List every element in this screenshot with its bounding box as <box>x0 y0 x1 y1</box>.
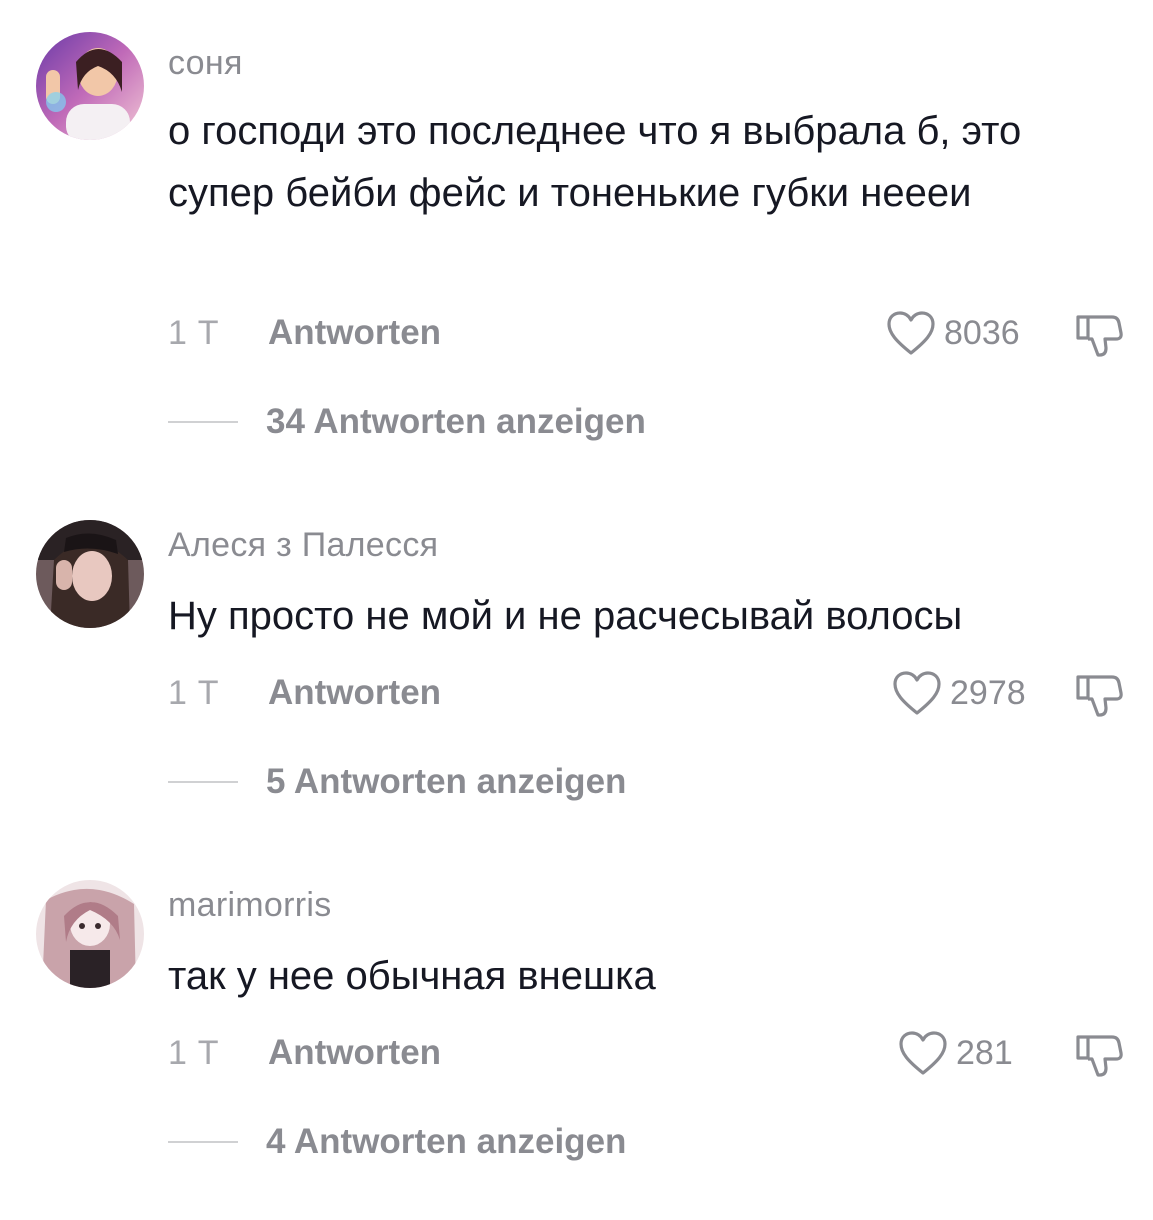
view-replies-button[interactable]: 34 Antworten anzeigen <box>168 402 646 442</box>
comment-text: так у нее обычная внешка <box>168 954 656 998</box>
like-count: 8036 <box>944 313 1020 352</box>
comment-username[interactable]: соня <box>168 44 243 83</box>
thumbs-down-outline-icon <box>1076 315 1123 357</box>
avatar[interactable] <box>36 32 144 140</box>
avatar[interactable] <box>36 880 144 988</box>
reply-button[interactable]: Antworten <box>268 1033 441 1073</box>
thumbs-down-outline-icon <box>1076 675 1123 717</box>
comment-time: 1 T <box>168 314 220 352</box>
reply-button[interactable]: Antworten <box>268 313 441 353</box>
view-replies-label: 5 Antworten anzeigen <box>266 762 627 801</box>
avatar-image <box>36 520 144 628</box>
like-button[interactable]: 2978 <box>892 670 1026 716</box>
like-button[interactable]: 281 <box>898 1030 1013 1076</box>
view-replies-button[interactable]: 5 Antworten anzeigen <box>168 762 626 802</box>
comment-username[interactable]: Алеся з Палесся <box>168 526 438 565</box>
like-count: 281 <box>956 1033 1013 1072</box>
view-replies-label: 34 Antworten anzeigen <box>266 402 646 441</box>
divider-line <box>168 1141 238 1143</box>
comment-username[interactable]: marimorris <box>168 886 332 925</box>
divider-line <box>168 421 238 423</box>
like-count: 2978 <box>950 673 1026 712</box>
reply-button[interactable]: Antworten <box>268 673 441 713</box>
thumbs-down-outline-icon <box>1076 1035 1123 1077</box>
dislike-button[interactable] <box>1074 672 1124 723</box>
view-replies-button[interactable]: 4 Antworten anzeigen <box>168 1122 626 1162</box>
divider-line <box>168 781 238 783</box>
avatar[interactable] <box>36 520 144 628</box>
heart-outline-icon <box>887 311 935 355</box>
comment-text: о господи это последнее что я выбрала б,… <box>168 109 1022 215</box>
heart-outline-icon <box>893 671 941 715</box>
comment-time: 1 T <box>168 674 220 712</box>
comment-time: 1 T <box>168 1034 220 1072</box>
dislike-button[interactable] <box>1074 312 1124 363</box>
heart-outline-icon <box>899 1031 947 1075</box>
like-button[interactable]: 8036 <box>886 310 1020 356</box>
dislike-button[interactable] <box>1074 1032 1124 1083</box>
avatar-image <box>36 32 144 140</box>
view-replies-label: 4 Antworten anzeigen <box>266 1122 627 1161</box>
avatar-image <box>36 880 144 988</box>
comment-text: Ну просто не мой и не расчесывай волосы <box>168 594 963 638</box>
